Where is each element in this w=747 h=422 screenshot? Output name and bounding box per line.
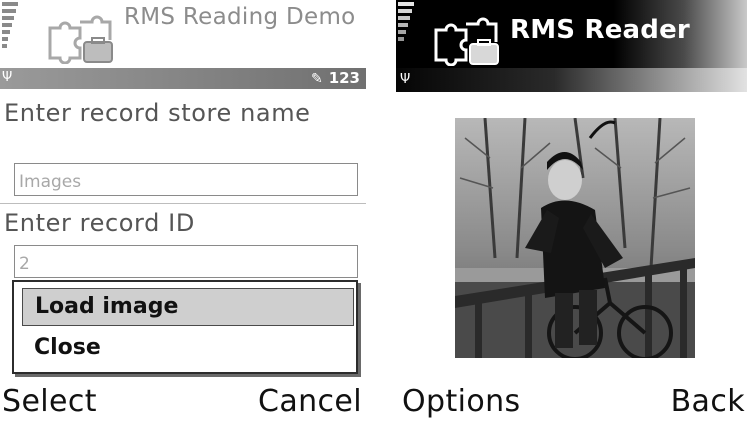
pen-input-icon: ✎ (310, 71, 323, 87)
input-mode-indicator: ✎ 123 (310, 69, 360, 87)
signal-strength-icon (2, 2, 18, 60)
signal-strength-icon (398, 2, 414, 60)
record-id-input[interactable] (14, 245, 358, 278)
softkey-cancel[interactable]: Cancel (258, 382, 362, 422)
rms-reading-demo-screen: RMS Reading Demo Ψ ✎ 123 Enter record sto… (0, 0, 366, 422)
options-popup-menu: Load image Close (12, 280, 358, 374)
record-store-input[interactable] (14, 163, 358, 196)
antenna-icon: Ψ (2, 70, 13, 85)
app-title: RMS Reading Demo (124, 4, 356, 30)
status-bar: Ψ ✎ 123 (0, 68, 366, 89)
app-puzzle-icon (40, 8, 116, 64)
antenna-icon: Ψ (400, 72, 411, 87)
status-band (396, 68, 747, 92)
menu-item-close[interactable]: Close (22, 330, 354, 368)
form-divider (0, 203, 366, 204)
rms-reader-screen: Ψ RMS Reader Options Back (396, 0, 747, 422)
softkey-back[interactable]: Back (671, 382, 745, 422)
app-title: RMS Reader (510, 15, 690, 45)
record-id-label: Enter record ID (4, 209, 195, 237)
app-puzzle-icon (426, 10, 502, 66)
softkey-options[interactable]: Options (402, 382, 521, 422)
menu-item-load-image[interactable]: Load image (22, 288, 354, 326)
screen-divider (366, 0, 396, 422)
record-store-label: Enter record store name (4, 99, 311, 127)
softkey-select[interactable]: Select (2, 382, 97, 422)
loaded-photo (455, 117, 695, 361)
